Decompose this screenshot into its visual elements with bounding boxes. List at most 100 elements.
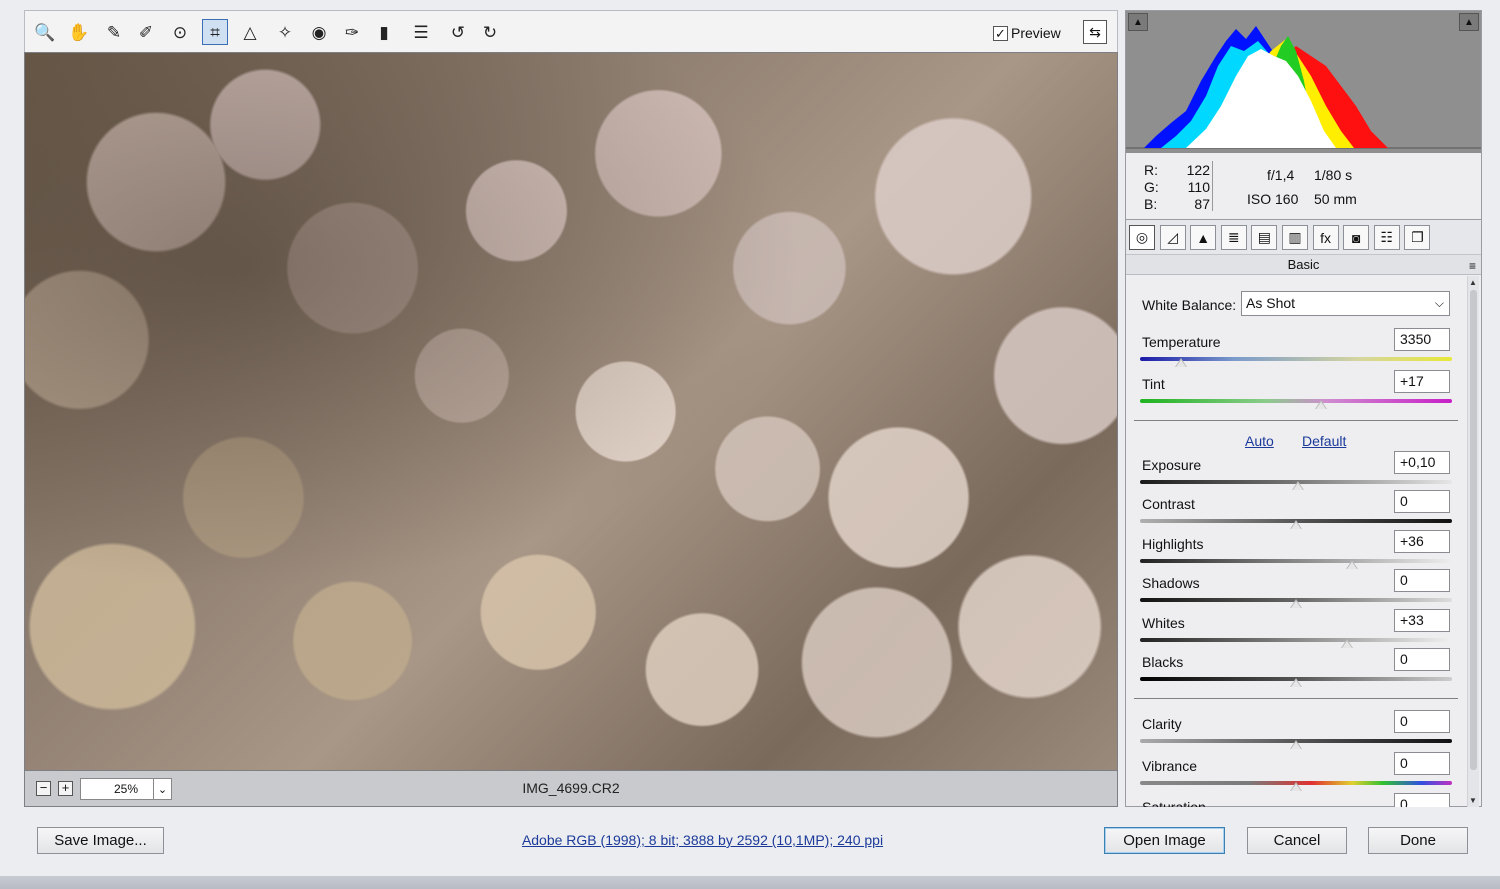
clarity-control: Clarity 0 [1140,710,1452,750]
cancel-button[interactable]: Cancel [1247,827,1347,854]
temperature-slider-thumb[interactable] [1174,358,1187,368]
shadows-slider-thumb[interactable] [1290,599,1302,609]
rotate-ccw-tool-icon[interactable]: ↺ [445,19,471,45]
aperture-value: f/1,4 [1267,167,1295,183]
histogram: ▲ ▲ [1126,11,1481,153]
basic-panel-body: White Balance: As Shot ⌵ Temperature 3350… [1126,276,1466,807]
scroll-down-icon[interactable]: ▼ [1469,796,1477,805]
highlight-clipping-warning-icon[interactable]: ▲ [1459,13,1479,31]
hsl-tab-icon[interactable]: ≣ [1220,225,1247,250]
clarity-slider-thumb[interactable] [1290,740,1302,750]
scroll-up-icon[interactable]: ▲ [1469,278,1477,287]
basic-tab-icon[interactable]: ◎ [1129,225,1155,250]
default-link[interactable]: Default [1302,433,1346,449]
vibrance-label: Vibrance [1142,758,1198,774]
white-balance-label: White Balance: [1142,297,1237,313]
temperature-value-field[interactable]: 3350 [1394,328,1450,351]
highlights-value-field[interactable]: +36 [1394,530,1450,553]
exposure-value-field[interactable]: +0,10 [1394,451,1450,474]
iso-value: ISO 160 [1247,191,1299,207]
saturation-label: Saturation [1142,799,1206,807]
done-button[interactable]: Done [1368,827,1468,854]
temperature-slider-track[interactable] [1140,357,1452,361]
image-preview[interactable] [24,52,1118,771]
saturation-value-field[interactable]: 0 [1394,793,1450,807]
contrast-slider-thumb[interactable] [1290,520,1302,530]
graduated-filter-tool-icon[interactable]: ▮ [371,19,397,45]
contrast-control: Contrast 0 [1140,490,1452,530]
split-toning-tab-icon[interactable]: ▤ [1251,225,1278,250]
crop-tool-icon[interactable]: ⌗ [202,19,228,45]
red-label: R: [1144,162,1158,178]
shadows-value-field[interactable]: 0 [1394,569,1450,592]
contrast-label: Contrast [1142,496,1195,512]
rotate-cw-tool-icon[interactable]: ↻ [477,19,503,45]
clarity-value-field[interactable]: 0 [1394,710,1450,733]
tint-slider-track[interactable] [1140,399,1452,403]
highlights-label: Highlights [1142,536,1204,552]
auto-link[interactable]: Auto [1245,433,1274,449]
shadows-label: Shadows [1142,575,1200,591]
temperature-control: Temperature 3350 [1140,328,1452,368]
presets-tab-icon[interactable]: ☷ [1373,225,1400,250]
scroll-thumb[interactable] [1470,290,1477,770]
tint-slider-thumb[interactable] [1314,400,1327,410]
hand-tool-icon[interactable]: ✋ [66,19,92,45]
detail-tab-icon[interactable]: ▲ [1190,225,1217,250]
green-value: 110 [1187,179,1210,195]
vibrance-value-field[interactable]: 0 [1394,752,1450,775]
fullscreen-toggle-icon[interactable]: ⇆ [1083,20,1107,44]
tone-curve-tab-icon[interactable]: ◿ [1159,225,1186,250]
blacks-label: Blacks [1142,654,1184,670]
panel-header: Basic ≡ [1126,255,1481,275]
green-label: G: [1144,179,1159,195]
panel-scrollbar[interactable]: ▲ ▼ [1467,276,1479,807]
tint-value-field[interactable]: +17 [1394,370,1450,393]
blue-value: 87 [1194,196,1210,212]
preview-checkbox[interactable]: ✓ [993,25,1008,41]
window-bottom-edge [0,876,1500,889]
white-balance-select[interactable]: As Shot ⌵ [1241,291,1450,316]
blacks-slider-thumb[interactable] [1290,678,1302,688]
file-name: IMG_4699.CR2 [522,780,620,796]
spot-removal-tool-icon[interactable]: ✧ [272,19,298,45]
histogram-graph [1126,26,1481,149]
whites-value-field[interactable]: +33 [1394,609,1450,632]
white-balance-value: As Shot [1246,295,1296,311]
blacks-value-field[interactable]: 0 [1394,648,1450,671]
whites-label: Whites [1142,615,1185,631]
whites-slider-track[interactable] [1140,638,1452,642]
green-readout: G: 110 [1144,179,1214,195]
panel-tab-bar: ◎ ◿ ▲ ≣ ▤ ▥ fx ◙ ☷ ❐ [1126,219,1481,255]
chevron-down-icon: ⌵ [1434,296,1444,310]
preview-label: Preview [1011,25,1061,41]
red-readout: R: 122 [1144,162,1214,178]
preferences-tool-icon[interactable]: ☰ [408,19,434,45]
open-image-button[interactable]: Open Image [1104,827,1225,854]
effects-tab-icon[interactable]: fx [1312,225,1339,250]
color-sampler-tool-icon[interactable]: ✐ [133,19,159,45]
camera-calibration-tab-icon[interactable]: ◙ [1343,225,1370,250]
adjustment-brush-tool-icon[interactable]: ✑ [339,19,365,45]
targeted-adjustment-tool-icon[interactable]: ⊙ [167,19,193,45]
contrast-value-field[interactable]: 0 [1394,490,1450,513]
lens-corrections-tab-icon[interactable]: ▥ [1282,225,1308,250]
image-status-bar: − + 25% ⌄ IMG_4699.CR2 [24,771,1118,807]
snapshots-tab-icon[interactable]: ❐ [1404,225,1431,250]
panel-title: Basic [1287,257,1320,272]
straighten-tool-icon[interactable]: △ [237,19,263,45]
tint-label: Tint [1142,376,1165,392]
readout-separator [1212,161,1213,211]
preview-toggle[interactable]: ✓ Preview [993,23,1061,43]
panel-menu-icon[interactable]: ≡ [1469,257,1476,276]
white-balance-tool-icon[interactable]: ✎ [101,19,127,45]
shadow-clipping-warning-icon[interactable]: ▲ [1128,13,1148,31]
vibrance-slider-thumb[interactable] [1290,782,1302,792]
highlights-slider-track[interactable] [1140,559,1452,563]
divider [1134,698,1458,699]
whites-control: Whites +33 [1140,609,1452,649]
red-eye-tool-icon[interactable]: ◉ [306,19,332,45]
zoom-tool-icon[interactable]: 🔍 [32,19,58,45]
highlights-control: Highlights +36 [1140,530,1452,570]
adjustments-panel: ▲ ▲ R: 122 G: 110 B: 87 f/1,4 1/80 s ISO… [1125,10,1482,807]
